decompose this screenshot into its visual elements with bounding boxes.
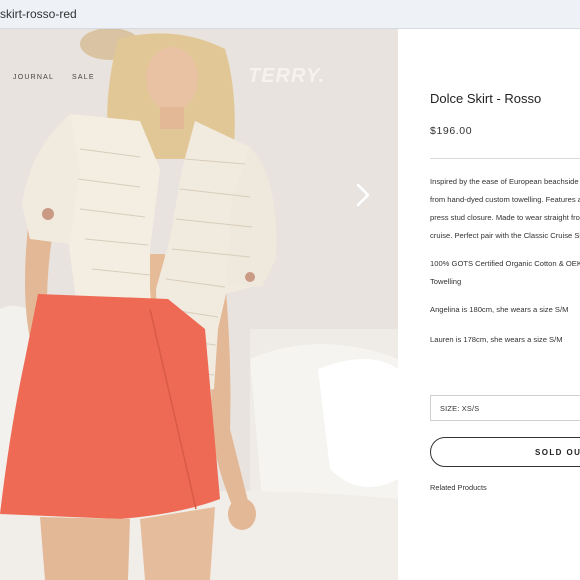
nav-link-sale[interactable]: SALE <box>72 74 95 81</box>
model-note: Lauren is 178cm, she wears a size S/M <box>430 335 563 344</box>
product-details-panel: Dolce Skirt - Rosso $196.00 Inspired by … <box>398 29 580 580</box>
divider <box>430 158 580 159</box>
material-line: 100% GOTS Certified Organic Cotton & OEK… <box>430 259 580 268</box>
size-select-value: SIZE: XS/S <box>440 404 480 413</box>
model-note: Angelina is 180cm, she wears a size S/M <box>430 305 569 314</box>
product-image[interactable]: JOURNAL SALE TERRY. <box>0 29 398 580</box>
sold-out-label: SOLD OUT <box>535 448 580 457</box>
related-products-link[interactable]: Related Products <box>430 483 487 492</box>
description-line: from hand-dyed custom towelling. Feature… <box>430 195 580 204</box>
browser-address-bar[interactable]: skirt-rosso-red <box>0 0 580 29</box>
brand-logo[interactable]: TERRY. <box>248 65 325 88</box>
description-line: Inspired by the ease of European beachsi… <box>430 177 580 186</box>
product-price: $196.00 <box>430 125 473 137</box>
size-select[interactable]: SIZE: XS/S <box>430 395 580 421</box>
description-line: cruise. Perfect pair with the Classic Cr… <box>430 231 580 240</box>
material-line: Towelling <box>430 277 462 286</box>
next-image-chevron-right-icon[interactable] <box>352 182 374 208</box>
product-title: Dolce Skirt - Rosso <box>430 91 542 106</box>
sold-out-button[interactable]: SOLD OUT <box>430 437 580 467</box>
nav-link-journal[interactable]: JOURNAL <box>13 74 54 81</box>
description-line: press stud closure. Made to wear straigh… <box>430 213 580 222</box>
url-text: skirt-rosso-red <box>0 7 77 21</box>
model-photo-illustration <box>0 29 398 580</box>
